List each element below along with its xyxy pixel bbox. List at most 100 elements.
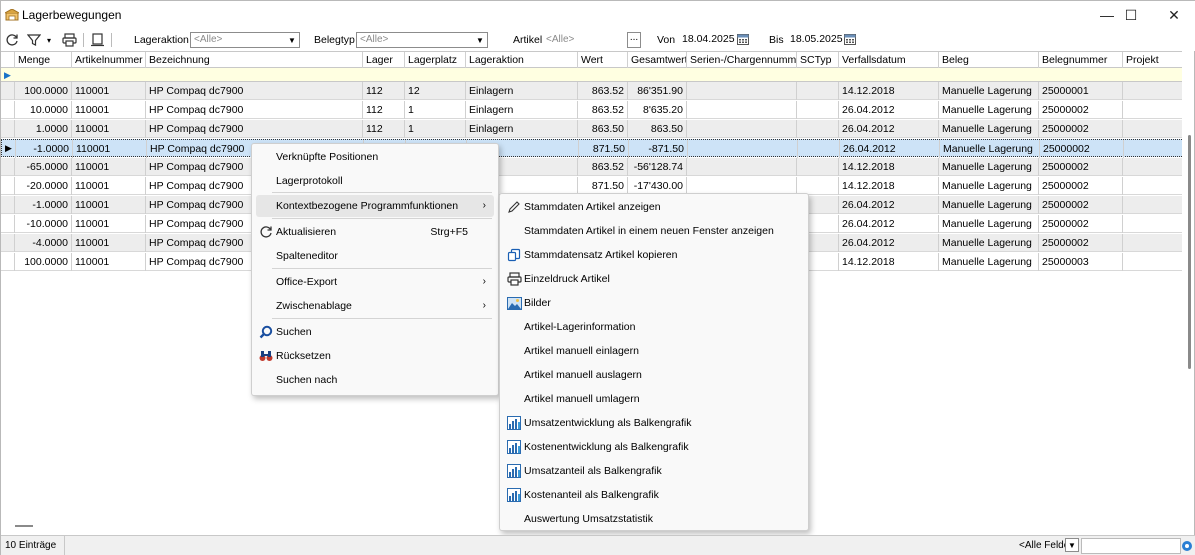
table-cell[interactable] bbox=[797, 101, 839, 119]
column-header-beleg[interactable]: Beleg bbox=[939, 52, 1039, 68]
table-cell[interactable] bbox=[1123, 158, 1184, 176]
table-cell[interactable]: HP Compaq dc7900 bbox=[146, 120, 363, 138]
table-cell[interactable]: 863.52 bbox=[578, 101, 628, 119]
table-cell[interactable] bbox=[687, 82, 797, 100]
table-cell[interactable]: 25000003 bbox=[1039, 253, 1123, 271]
table-row[interactable]: 10.0000 110001 HP Compaq dc7900 112 1 Einlage… bbox=[1, 101, 1184, 119]
table-cell[interactable]: 10.0000 bbox=[15, 101, 72, 119]
table-cell[interactable]: 110001 bbox=[72, 82, 146, 100]
table-cell[interactable]: 25000002 bbox=[1039, 158, 1123, 176]
table-cell[interactable] bbox=[1123, 177, 1184, 195]
table-cell[interactable]: 25000002 bbox=[1039, 196, 1123, 214]
context-menu-item[interactable]: Office-Export › bbox=[256, 271, 494, 293]
table-cell[interactable]: 110001 bbox=[72, 120, 146, 138]
quick-search-input[interactable] bbox=[1081, 538, 1181, 554]
row-indicator[interactable] bbox=[1, 234, 15, 252]
vertical-scrollbar[interactable] bbox=[1182, 51, 1194, 531]
submenu-item[interactable]: Einzeldruck Artikel bbox=[504, 268, 804, 290]
table-cell[interactable]: Einlagern bbox=[466, 101, 578, 119]
belegtyp-select[interactable]: <Alle> ▼ bbox=[356, 32, 488, 48]
table-cell[interactable]: Manuelle Lagerung bbox=[939, 215, 1039, 233]
table-cell[interactable]: 86'351.90 bbox=[628, 82, 687, 100]
submenu-item[interactable]: Kostenentwicklung als Balkengrafik bbox=[504, 436, 804, 458]
bis-date-input[interactable]: 18.05.2025 bbox=[788, 32, 844, 48]
close-button[interactable]: ✕ bbox=[1151, 1, 1195, 29]
table-cell[interactable]: 1 bbox=[405, 120, 466, 138]
horizontal-scroll-thumb[interactable] bbox=[15, 525, 33, 527]
column-header-sctyp[interactable]: SCTyp bbox=[797, 52, 839, 68]
table-cell[interactable] bbox=[1123, 215, 1184, 233]
table-cell[interactable]: 25000001 bbox=[1039, 82, 1123, 100]
column-header-artikelnummer[interactable]: Artikelnummer bbox=[72, 52, 146, 68]
table-cell[interactable]: 25000002 bbox=[1039, 101, 1123, 119]
table-cell[interactable]: -10.0000 bbox=[15, 215, 72, 233]
table-cell[interactable]: Manuelle Lagerung bbox=[939, 158, 1039, 176]
table-cell[interactable]: 14.12.2018 bbox=[839, 158, 939, 176]
table-cell[interactable]: 110001 bbox=[72, 101, 146, 119]
column-header-menge[interactable]: Menge bbox=[15, 52, 72, 68]
table-cell[interactable]: 100.0000 bbox=[15, 82, 72, 100]
table-row[interactable]: ▶-1.0000110001HP Compaq dc7900rn871.50-8… bbox=[1, 139, 1185, 158]
table-cell[interactable]: -1.0000 bbox=[15, 196, 72, 214]
submenu-item[interactable]: Artikel-Lagerinformation bbox=[504, 316, 804, 338]
search-icon[interactable] bbox=[1181, 540, 1193, 552]
table-cell[interactable]: Manuelle Lagerung bbox=[939, 82, 1039, 100]
calendar-icon[interactable] bbox=[737, 33, 749, 45]
column-header-bezeichnung[interactable]: Bezeichnung bbox=[146, 52, 363, 68]
table-cell[interactable]: 110001 bbox=[72, 215, 146, 233]
table-cell[interactable]: -56'128.74 bbox=[628, 158, 687, 176]
context-menu-item[interactable]: Aktualisieren Strg+F5 bbox=[256, 221, 494, 243]
table-cell[interactable]: 871.50 bbox=[579, 140, 629, 158]
filter-icon[interactable] bbox=[26, 32, 42, 48]
row-indicator[interactable] bbox=[1, 196, 15, 214]
table-cell[interactable]: Manuelle Lagerung bbox=[939, 120, 1039, 138]
row-indicator[interactable] bbox=[1, 215, 15, 233]
submenu-item[interactable]: Stammdaten Artikel in einem neuen Fenste… bbox=[504, 220, 804, 242]
table-cell[interactable]: 25000002 bbox=[1040, 140, 1124, 158]
context-menu-item[interactable]: Rücksetzen bbox=[256, 345, 494, 367]
column-header-verfallsdatum[interactable]: Verfallsdatum bbox=[839, 52, 939, 68]
printer-icon[interactable] bbox=[60, 32, 78, 48]
table-cell[interactable] bbox=[688, 140, 798, 158]
table-cell[interactable]: Manuelle Lagerung bbox=[939, 177, 1039, 195]
table-cell[interactable]: 12 bbox=[405, 82, 466, 100]
column-header-lager[interactable]: Lager bbox=[363, 52, 405, 68]
context-menu-item[interactable]: Suchen bbox=[256, 321, 494, 343]
table-cell[interactable]: 100.0000 bbox=[15, 253, 72, 271]
row-indicator[interactable] bbox=[1, 101, 15, 119]
submenu-item[interactable]: Artikel manuell umlagern bbox=[504, 388, 804, 410]
table-cell[interactable] bbox=[687, 120, 797, 138]
chevron-down-icon[interactable]: ▼ bbox=[473, 33, 487, 47]
table-cell[interactable]: Manuelle Lagerung bbox=[939, 253, 1039, 271]
lageraktion-select[interactable]: <Alle> ▼ bbox=[190, 32, 300, 48]
table-cell[interactable]: -871.50 bbox=[629, 140, 688, 158]
table-cell[interactable] bbox=[1123, 234, 1184, 252]
table-cell[interactable]: Manuelle Lagerung bbox=[939, 196, 1039, 214]
table-cell[interactable]: 110001 bbox=[72, 158, 146, 176]
filter-dropdown-icon[interactable]: ▾ bbox=[44, 32, 54, 48]
table-cell[interactable]: 26.04.2012 bbox=[839, 120, 939, 138]
table-cell[interactable]: 25000002 bbox=[1039, 120, 1123, 138]
table-cell[interactable]: 1.0000 bbox=[15, 120, 72, 138]
refresh-icon[interactable] bbox=[4, 32, 20, 48]
table-row[interactable]: 100.0000 110001 HP Compaq dc7900 112 12 Einla… bbox=[1, 82, 1184, 100]
context-menu-item[interactable]: Suchen nach bbox=[256, 369, 494, 391]
row-indicator[interactable] bbox=[1, 177, 15, 195]
table-cell[interactable]: 26.04.2012 bbox=[839, 234, 939, 252]
table-cell[interactable]: 14.12.2018 bbox=[839, 177, 939, 195]
table-cell[interactable]: 112 bbox=[363, 101, 405, 119]
submenu-item[interactable]: Stammdaten Artikel anzeigen bbox=[504, 196, 804, 218]
column-header-wert[interactable]: Wert bbox=[578, 52, 628, 68]
context-menu-item[interactable]: Verknüpfte Positionen bbox=[256, 146, 494, 168]
table-cell[interactable]: -65.0000 bbox=[15, 158, 72, 176]
context-menu-item[interactable]: Lagerprotokoll bbox=[256, 170, 494, 192]
table-cell[interactable] bbox=[797, 82, 839, 100]
table-cell[interactable]: 14.12.2018 bbox=[839, 253, 939, 271]
table-cell[interactable]: -20.0000 bbox=[15, 177, 72, 195]
table-cell[interactable]: Einlagern bbox=[466, 120, 578, 138]
column-header-seriennummer[interactable]: Serien-/Chargennummer bbox=[687, 52, 797, 68]
table-cell[interactable]: 26.04.2012 bbox=[839, 196, 939, 214]
chevron-down-icon[interactable]: ▼ bbox=[1065, 538, 1079, 552]
table-cell[interactable]: 1 bbox=[405, 101, 466, 119]
table-cell[interactable] bbox=[797, 120, 839, 138]
